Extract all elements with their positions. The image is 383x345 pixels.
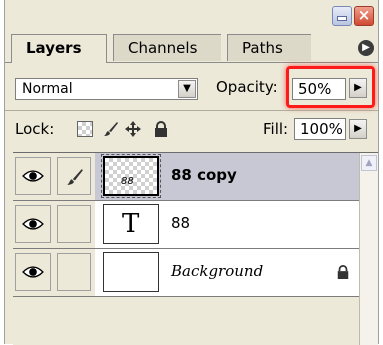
panel-menu-icon[interactable]: ▶: [358, 40, 374, 56]
lock-icon: [337, 265, 349, 279]
fill-label: Fill:: [263, 120, 289, 138]
opacity-highlight-box: [286, 66, 375, 108]
visibility-toggle[interactable]: [15, 157, 51, 195]
layers-panel: × Layers Channels Paths ▶ Normal ▼ Opaci…: [4, 0, 379, 345]
eye-icon: [22, 266, 44, 278]
lock-brush-icon[interactable]: [103, 121, 119, 137]
tab-channels-label: Channels: [128, 39, 198, 57]
text-layer-icon: T: [122, 209, 140, 239]
thumbnail-text: 88: [121, 176, 134, 187]
lock-transparent-icon[interactable]: [77, 121, 93, 137]
tab-paths[interactable]: Paths: [227, 34, 311, 61]
scroll-up-icon[interactable]: ▲: [361, 155, 377, 171]
layer-link-cell[interactable]: [57, 205, 91, 243]
lock-move-icon[interactable]: [125, 121, 141, 137]
layer-thumbnail: [103, 252, 159, 292]
tab-layers-label: Layers: [26, 39, 82, 57]
tab-layers[interactable]: Layers: [11, 34, 107, 63]
layer-name: 88: [171, 214, 191, 232]
layer-thumbnail: T: [103, 204, 159, 244]
eye-icon: [22, 218, 44, 230]
blend-mode-value: Normal: [22, 81, 73, 97]
eye-icon: [22, 170, 44, 182]
fill-input[interactable]: 100%: [294, 118, 346, 140]
visibility-toggle[interactable]: [15, 253, 51, 291]
layer-row[interactable]: Background: [13, 249, 360, 297]
fill-slider-arrow-icon[interactable]: ▶: [349, 119, 367, 139]
fill-value: 100%: [300, 120, 343, 138]
brush-icon: [67, 169, 83, 185]
divider: [5, 110, 378, 111]
blend-mode-select[interactable]: Normal ▼: [15, 78, 198, 100]
tab-channels[interactable]: Channels: [113, 34, 221, 61]
tab-paths-label: Paths: [242, 39, 283, 57]
layer-row[interactable]: T 88: [13, 201, 360, 249]
layers-list: 88 88 copy T 88 Background ▲: [13, 152, 378, 345]
scrollbar[interactable]: ▲: [359, 153, 378, 345]
lock-label: Lock:: [15, 120, 55, 138]
layer-row[interactable]: 88 88 copy: [13, 153, 360, 201]
layer-thumbnail: 88: [101, 154, 161, 198]
minimize-icon[interactable]: [332, 6, 352, 26]
layer-link-cell[interactable]: [57, 253, 91, 291]
visibility-toggle[interactable]: [15, 205, 51, 243]
layer-name: Background: [171, 262, 264, 280]
lock-all-icon[interactable]: [153, 121, 169, 137]
tab-strip: Layers Channels Paths: [5, 34, 378, 63]
layer-row-main[interactable]: 88 88 copy: [95, 153, 360, 200]
layer-name: 88 copy: [171, 166, 237, 184]
layer-link-cell[interactable]: [57, 157, 91, 195]
close-icon[interactable]: ×: [354, 6, 374, 26]
layer-row-main[interactable]: T 88: [95, 201, 360, 248]
opacity-label: Opacity:: [216, 78, 278, 96]
chevron-down-icon[interactable]: ▼: [178, 80, 196, 98]
layer-row-main[interactable]: Background: [95, 249, 360, 296]
